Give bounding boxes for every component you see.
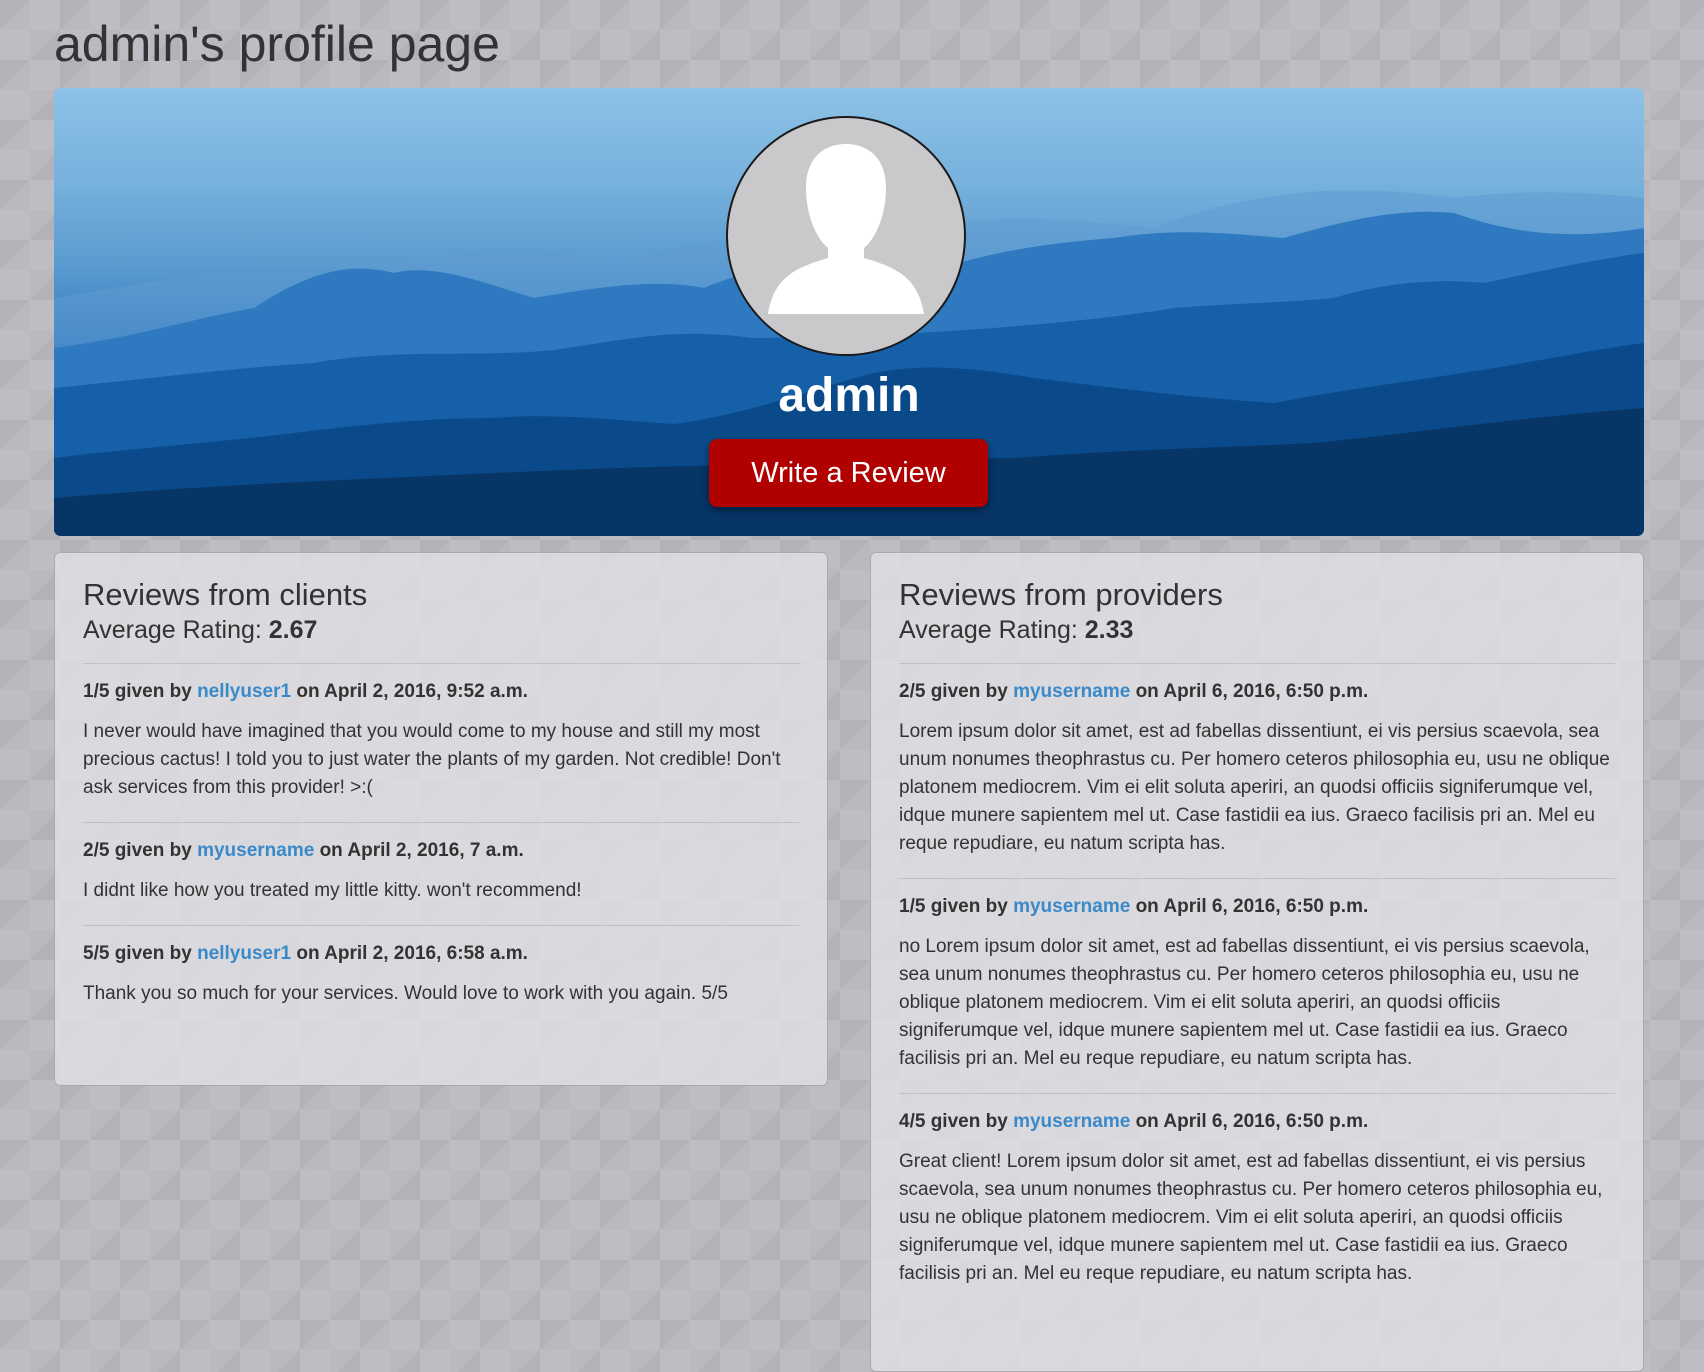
review-date: on April 2, 2016, 6:58 a.m. [296, 943, 528, 964]
review-rating: 1/5 [83, 681, 110, 702]
reviewer-link[interactable]: nellyuser1 [197, 943, 291, 964]
review-item: 2/5 given by myusername on April 6, 2016… [899, 663, 1615, 878]
review-date: on April 2, 2016, 9:52 a.m. [296, 681, 528, 702]
review-meta: 1/5 given by myusername on April 6, 2016… [899, 895, 1615, 919]
review-given-by: given by [930, 1111, 1008, 1132]
reviewer-link[interactable]: nellyuser1 [197, 681, 291, 702]
review-date: on April 6, 2016, 6:50 p.m. [1135, 681, 1369, 702]
user-silhouette-icon [728, 144, 964, 354]
page-title: admin's profile page [54, 16, 500, 72]
reviewer-link[interactable]: myusername [1013, 896, 1130, 917]
client-reviews-panel: Reviews from clients Average Rating: 2.6… [54, 552, 828, 1086]
profile-banner: admin Write a Review [54, 88, 1644, 536]
average-rating-value: 2.67 [268, 616, 318, 644]
review-given-by: given by [114, 681, 192, 702]
avatar [726, 116, 966, 356]
review-text: no Lorem ipsum dolor sit amet, est ad fa… [899, 936, 1590, 1069]
provider-average-rating: Average Rating: 2.33 [899, 615, 1615, 645]
review-item: 1/5 given by myusername on April 6, 2016… [899, 878, 1615, 1093]
average-rating-label: Average Rating: [83, 616, 262, 644]
write-review-button[interactable]: Write a Review [709, 439, 988, 507]
reviewer-link[interactable]: myusername [1013, 681, 1130, 702]
review-item: 2/5 given by myusername on April 2, 2016… [83, 822, 799, 925]
review-text: Thank you so much for your services. Wou… [83, 983, 728, 1004]
review-item: 1/5 given by nellyuser1 on April 2, 2016… [83, 663, 799, 822]
profile-username: admin [778, 369, 920, 422]
review-meta: 5/5 given by nellyuser1 on April 2, 2016… [83, 942, 799, 966]
review-meta: 4/5 given by myusername on April 6, 2016… [899, 1110, 1615, 1134]
review-rating: 2/5 [899, 681, 926, 702]
review-text: I didnt like how you treated my little k… [83, 880, 582, 901]
review-text: Lorem ipsum dolor sit amet, est ad fabel… [899, 721, 1610, 854]
review-given-by: given by [930, 896, 1008, 917]
review-item: 5/5 given by nellyuser1 on April 2, 2016… [83, 925, 799, 1028]
review-meta: 2/5 given by myusername on April 2, 2016… [83, 839, 799, 863]
review-text: Great client! Lorem ipsum dolor sit amet… [899, 1151, 1603, 1284]
client-average-rating: Average Rating: 2.67 [83, 615, 799, 645]
reviewer-link[interactable]: myusername [1013, 1111, 1130, 1132]
review-rating: 4/5 [899, 1111, 926, 1132]
review-given-by: given by [114, 840, 192, 861]
review-rating: 2/5 [83, 840, 110, 861]
provider-reviews-panel: Reviews from providers Average Rating: 2… [870, 552, 1644, 1372]
review-date: on April 6, 2016, 6:50 p.m. [1135, 1111, 1369, 1132]
review-date: on April 2, 2016, 7 a.m. [319, 840, 524, 861]
average-rating-value: 2.33 [1084, 616, 1134, 644]
review-item: 4/5 given by myusername on April 6, 2016… [899, 1093, 1615, 1308]
review-date: on April 6, 2016, 6:50 p.m. [1135, 896, 1369, 917]
review-meta: 2/5 given by myusername on April 6, 2016… [899, 680, 1615, 704]
review-rating: 1/5 [899, 896, 926, 917]
client-reviews-heading: Reviews from clients [83, 577, 368, 612]
review-text: I never would have imagined that you wou… [83, 721, 781, 798]
review-given-by: given by [930, 681, 1008, 702]
provider-reviews-heading: Reviews from providers [899, 577, 1223, 612]
review-given-by: given by [114, 943, 192, 964]
review-meta: 1/5 given by nellyuser1 on April 2, 2016… [83, 680, 799, 704]
review-rating: 5/5 [83, 943, 110, 964]
reviewer-link[interactable]: myusername [197, 840, 314, 861]
average-rating-label: Average Rating: [899, 616, 1078, 644]
